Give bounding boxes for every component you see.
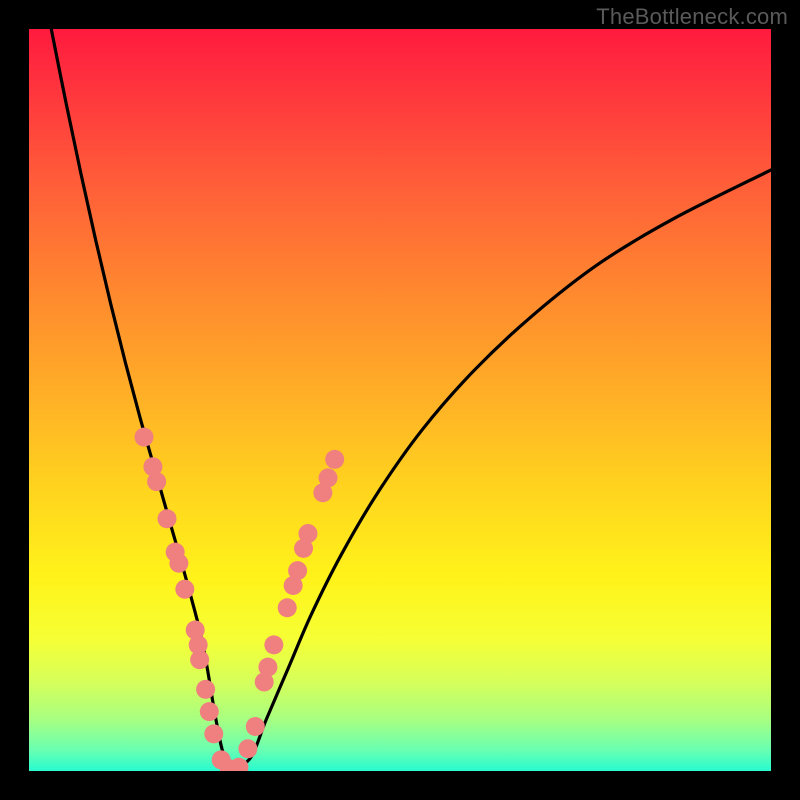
curve-marker [200,702,219,721]
curve-marker [196,680,215,699]
curve-marker [238,739,257,758]
curve-markers-group [135,428,345,771]
curve-marker [169,554,188,573]
curve-marker [246,717,265,736]
curve-marker [298,524,317,543]
bottleneck-curve-svg [29,29,771,771]
watermark-text: TheBottleneck.com [596,4,788,30]
curve-marker [319,468,338,487]
plot-area [29,29,771,771]
curve-marker [264,635,283,654]
curve-marker [147,472,166,491]
curve-marker [278,598,297,617]
curve-marker [325,450,344,469]
curve-marker [288,561,307,580]
curve-marker [258,658,277,677]
chart-frame: TheBottleneck.com [0,0,800,800]
curve-marker [204,724,223,743]
curve-marker [190,650,209,669]
curve-marker [158,509,177,528]
curve-marker [135,428,154,447]
curve-marker [175,580,194,599]
bottleneck-curve-path [51,29,771,769]
